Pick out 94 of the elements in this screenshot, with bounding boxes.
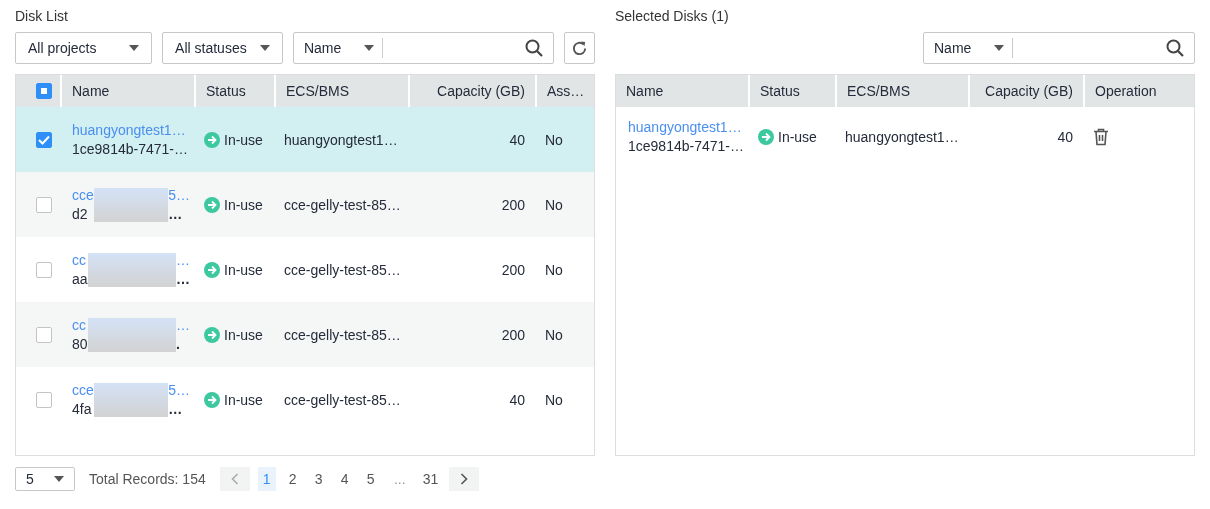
table-cell: 40 — [1057, 129, 1073, 145]
disk-name-link[interactable]: 5… — [168, 185, 190, 205]
table-cell: 200 — [501, 326, 525, 343]
disk-name-link[interactable]: cc — [72, 315, 88, 335]
disk-id: 1ce9814b-7471-… — [72, 139, 188, 159]
search-icon[interactable] — [525, 39, 544, 57]
table-cell: huangyongtest1… — [284, 131, 398, 148]
page-button[interactable]: 2 — [283, 467, 302, 491]
in-use-icon — [758, 129, 774, 145]
caret-icon — [54, 476, 64, 482]
in-use-icon — [204, 196, 220, 213]
trash-icon[interactable] — [1093, 128, 1109, 146]
page-button[interactable]: 5 — [361, 467, 380, 491]
disk-id: 80 — [72, 334, 88, 354]
disk-name-link[interactable]: cc — [72, 250, 88, 270]
table-cell: No — [545, 326, 563, 343]
disk-name-link[interactable]: … — [176, 250, 190, 270]
disk-name-link[interactable]: huangyongtest1… — [72, 120, 186, 140]
row-checkbox[interactable] — [36, 196, 52, 213]
table-cell: No — [545, 131, 563, 148]
column-header: Name — [626, 83, 664, 99]
disk-id: aa — [72, 269, 88, 289]
column-header: Capacity (GB) — [437, 83, 525, 99]
select-all-checkbox[interactable] — [36, 83, 52, 99]
column-header: Operation — [1095, 83, 1157, 99]
column-header: Ass… — [547, 83, 585, 99]
status-text: In-use — [778, 129, 817, 145]
filter-dropdown[interactable]: All projects — [15, 32, 153, 64]
caret-icon — [363, 45, 374, 51]
disk-id: d2 — [72, 204, 89, 224]
row-checkbox[interactable] — [36, 326, 52, 343]
table-cell: No — [545, 261, 563, 278]
page-ellipsis: ... — [392, 470, 407, 489]
caret-icon — [129, 45, 140, 51]
previous-page-button[interactable] — [219, 467, 250, 491]
disk-name-link[interactable]: huangyongtest1… — [628, 118, 742, 137]
filter-dropdown[interactable]: All statuses — [162, 32, 283, 64]
page-button[interactable]: 1 — [257, 467, 276, 491]
disk-id: 1ce9814b-7471-… — [628, 137, 744, 156]
search-icon[interactable] — [1166, 39, 1184, 57]
chevron-left-icon — [230, 473, 239, 485]
table-cell: 40 — [509, 391, 525, 408]
disk-id: … — [176, 269, 190, 289]
disk-name-link[interactable]: cce — [72, 185, 94, 205]
disk-id: 4fa — [72, 399, 93, 419]
row-checkbox[interactable] — [36, 261, 52, 278]
total-records: Total Records: 154 — [89, 471, 206, 487]
table-cell: cce-gelly-test-85… — [284, 261, 401, 278]
caret-icon — [259, 45, 270, 51]
column-header: Name — [72, 83, 110, 99]
row-checkbox[interactable] — [36, 391, 52, 408]
next-page-button[interactable] — [449, 467, 480, 491]
search-field[interactable]: Name — [292, 32, 555, 64]
table-cell: No — [545, 391, 563, 408]
table-cell: No — [545, 196, 563, 213]
column-header: ECS/BMS — [286, 83, 349, 99]
table-cell: 200 — [501, 261, 525, 278]
table-cell: cce-gelly-test-85… — [284, 391, 401, 408]
disk-name-link[interactable]: cce — [72, 380, 94, 400]
caret-icon — [994, 45, 1004, 51]
page-button[interactable]: 31 — [419, 467, 442, 491]
disk-name-link[interactable]: 5… — [168, 380, 190, 400]
table-cell: 40 — [509, 131, 525, 148]
disk-id: . — [176, 334, 181, 354]
status-text: In-use — [224, 261, 263, 278]
disk-id: … — [168, 204, 184, 224]
page-button[interactable]: 3 — [309, 467, 328, 491]
status-text: In-use — [224, 196, 263, 213]
table-cell: 200 — [501, 196, 525, 213]
status-text: In-use — [224, 326, 263, 343]
column-header: Status — [206, 83, 246, 99]
table-cell: huangyongtest1… — [845, 129, 959, 145]
refresh-icon — [571, 39, 589, 57]
page-button[interactable]: 4 — [335, 467, 354, 491]
refresh-button[interactable] — [564, 32, 595, 64]
disk-name-link[interactable]: … — [176, 315, 190, 335]
page-size-dropdown[interactable]: 5 — [15, 467, 75, 491]
table-cell: cce-gelly-test-85… — [284, 326, 401, 343]
panel-title: Disk List — [15, 7, 69, 26]
search-field[interactable]: Name — [923, 32, 1195, 64]
column-header: ECS/BMS — [847, 83, 910, 99]
in-use-icon — [204, 326, 220, 343]
table-cell: cce-gelly-test-85… — [284, 196, 401, 213]
disk-id: … — [168, 399, 184, 419]
in-use-icon — [204, 131, 220, 148]
column-header: Capacity (GB) — [985, 83, 1073, 99]
status-text: In-use — [224, 131, 263, 148]
chevron-right-icon — [460, 473, 469, 485]
row-checkbox[interactable] — [36, 131, 52, 148]
panel-title: Selected Disks (1) — [615, 7, 730, 26]
in-use-icon — [204, 261, 220, 278]
in-use-icon — [204, 391, 220, 408]
column-header: Status — [760, 83, 800, 99]
status-text: In-use — [224, 391, 263, 408]
